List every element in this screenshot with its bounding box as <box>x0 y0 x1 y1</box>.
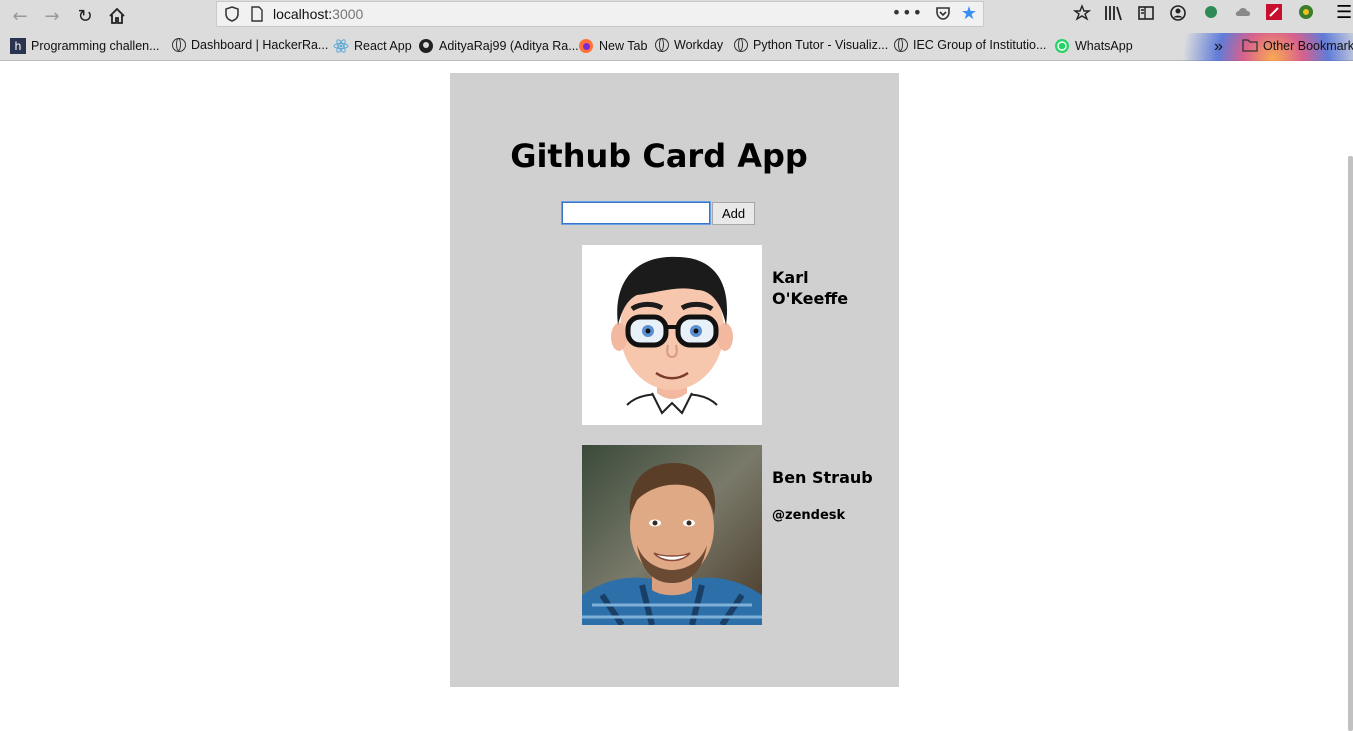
profile-company: @zendesk <box>772 508 846 523</box>
hackerearth-icon: h <box>10 38 26 54</box>
browser-toolbar: ← → ↻ localhost:3000 ••• ★ ☰ <box>0 0 1353 33</box>
bookmark-item[interactable]: WhatsApp <box>1054 38 1133 54</box>
more-icon[interactable]: ••• <box>892 3 923 22</box>
sidebar-icon[interactable] <box>1137 4 1155 26</box>
url-text[interactable]: localhost:3000 <box>273 6 363 22</box>
forward-icon[interactable]: → <box>40 4 64 28</box>
colorzilla-icon[interactable] <box>1266 4 1282 24</box>
bookmark-label: WhatsApp <box>1075 39 1133 53</box>
bookmark-item[interactable]: Workday <box>655 38 723 52</box>
account-icon[interactable] <box>1169 4 1187 26</box>
bookmark-label: Dashboard | HackerRa... <box>191 38 329 52</box>
globe-icon <box>734 38 748 52</box>
bookmark-item[interactable]: Python Tutor - Visualiz... <box>734 38 888 52</box>
bookmark-label: Workday <box>674 38 724 52</box>
bookmark-item[interactable]: IEC Group of Institutio... <box>894 38 1046 52</box>
bookmark-label: React App <box>354 39 412 53</box>
reload-icon[interactable]: ↻ <box>73 4 97 28</box>
bookmark-label: AdityaRaj99 (Aditya Ra... <box>439 39 579 53</box>
profile-info: Ben Straub @zendesk <box>772 467 882 523</box>
url-host: localhost: <box>273 6 333 22</box>
bookmark-item[interactable]: New Tab <box>578 38 647 54</box>
globe-icon <box>894 38 908 52</box>
other-bookmarks[interactable]: Other Bookmarks <box>1242 38 1353 54</box>
chevron-double-right-icon[interactable]: » <box>1214 38 1223 56</box>
add-button[interactable]: Add <box>712 202 756 225</box>
bookmark-star-icon[interactable]: ★ <box>961 3 977 24</box>
avatar <box>582 245 762 425</box>
url-port: 3000 <box>332 6 364 22</box>
react-icon <box>333 38 349 54</box>
globe-icon <box>655 38 669 52</box>
profile-card: Ben Straub @zendesk <box>582 445 882 625</box>
firefox-icon <box>578 38 594 54</box>
downloads-icon[interactable] <box>1072 4 1092 26</box>
bookmark-item[interactable]: AdityaRaj99 (Aditya Ra... <box>418 38 579 54</box>
bookmark-item[interactable]: Dashboard | HackerRa... <box>172 38 328 52</box>
library-icon[interactable] <box>1104 4 1124 26</box>
page-info-icon[interactable] <box>251 6 263 26</box>
folder-icon <box>1242 38 1258 54</box>
globe-extension-icon[interactable] <box>1298 4 1314 24</box>
bookmark-item[interactable]: h Programming challen... <box>10 38 160 54</box>
back-icon[interactable]: ← <box>8 4 32 28</box>
cloud-icon[interactable] <box>1234 4 1252 24</box>
pocket-icon[interactable] <box>935 5 951 25</box>
bookmark-label: Other Bookmarks <box>1263 39 1353 53</box>
bookmark-item[interactable]: React App <box>333 38 412 54</box>
menu-icon[interactable]: ☰ <box>1336 2 1352 23</box>
app-container: Github Card App Add Karl O'Keeffe Ben St… <box>450 73 899 687</box>
bookmark-label: Programming challen... <box>31 39 160 53</box>
add-user-form: Add <box>561 201 756 225</box>
shield-icon[interactable] <box>225 6 239 26</box>
bookmark-label: New Tab <box>599 39 648 53</box>
globe-icon <box>172 38 186 52</box>
profile-name: Karl O'Keeffe <box>772 268 849 308</box>
bookmarks-bar: h Programming challen... Dashboard | Hac… <box>0 33 1353 94</box>
address-bar[interactable]: localhost:3000 ••• ★ <box>216 1 984 27</box>
whatsapp-icon <box>1054 38 1070 54</box>
profile-name: Ben Straub <box>772 468 873 487</box>
github-icon <box>418 38 434 54</box>
profile-card: Karl O'Keeffe <box>582 245 882 425</box>
profile-info: Karl O'Keeffe <box>772 267 882 329</box>
username-input[interactable] <box>561 201 711 225</box>
bookmark-label: IEC Group of Institutio... <box>913 38 1047 52</box>
extension-icon[interactable] <box>1203 4 1219 24</box>
scrollbar[interactable] <box>1348 156 1353 731</box>
page-title: Github Card App <box>510 137 808 175</box>
home-icon[interactable] <box>105 4 129 28</box>
page-viewport: Github Card App Add Karl O'Keeffe Ben St… <box>0 61 1353 731</box>
avatar <box>582 445 762 625</box>
bookmark-label: Python Tutor - Visualiz... <box>753 38 889 52</box>
